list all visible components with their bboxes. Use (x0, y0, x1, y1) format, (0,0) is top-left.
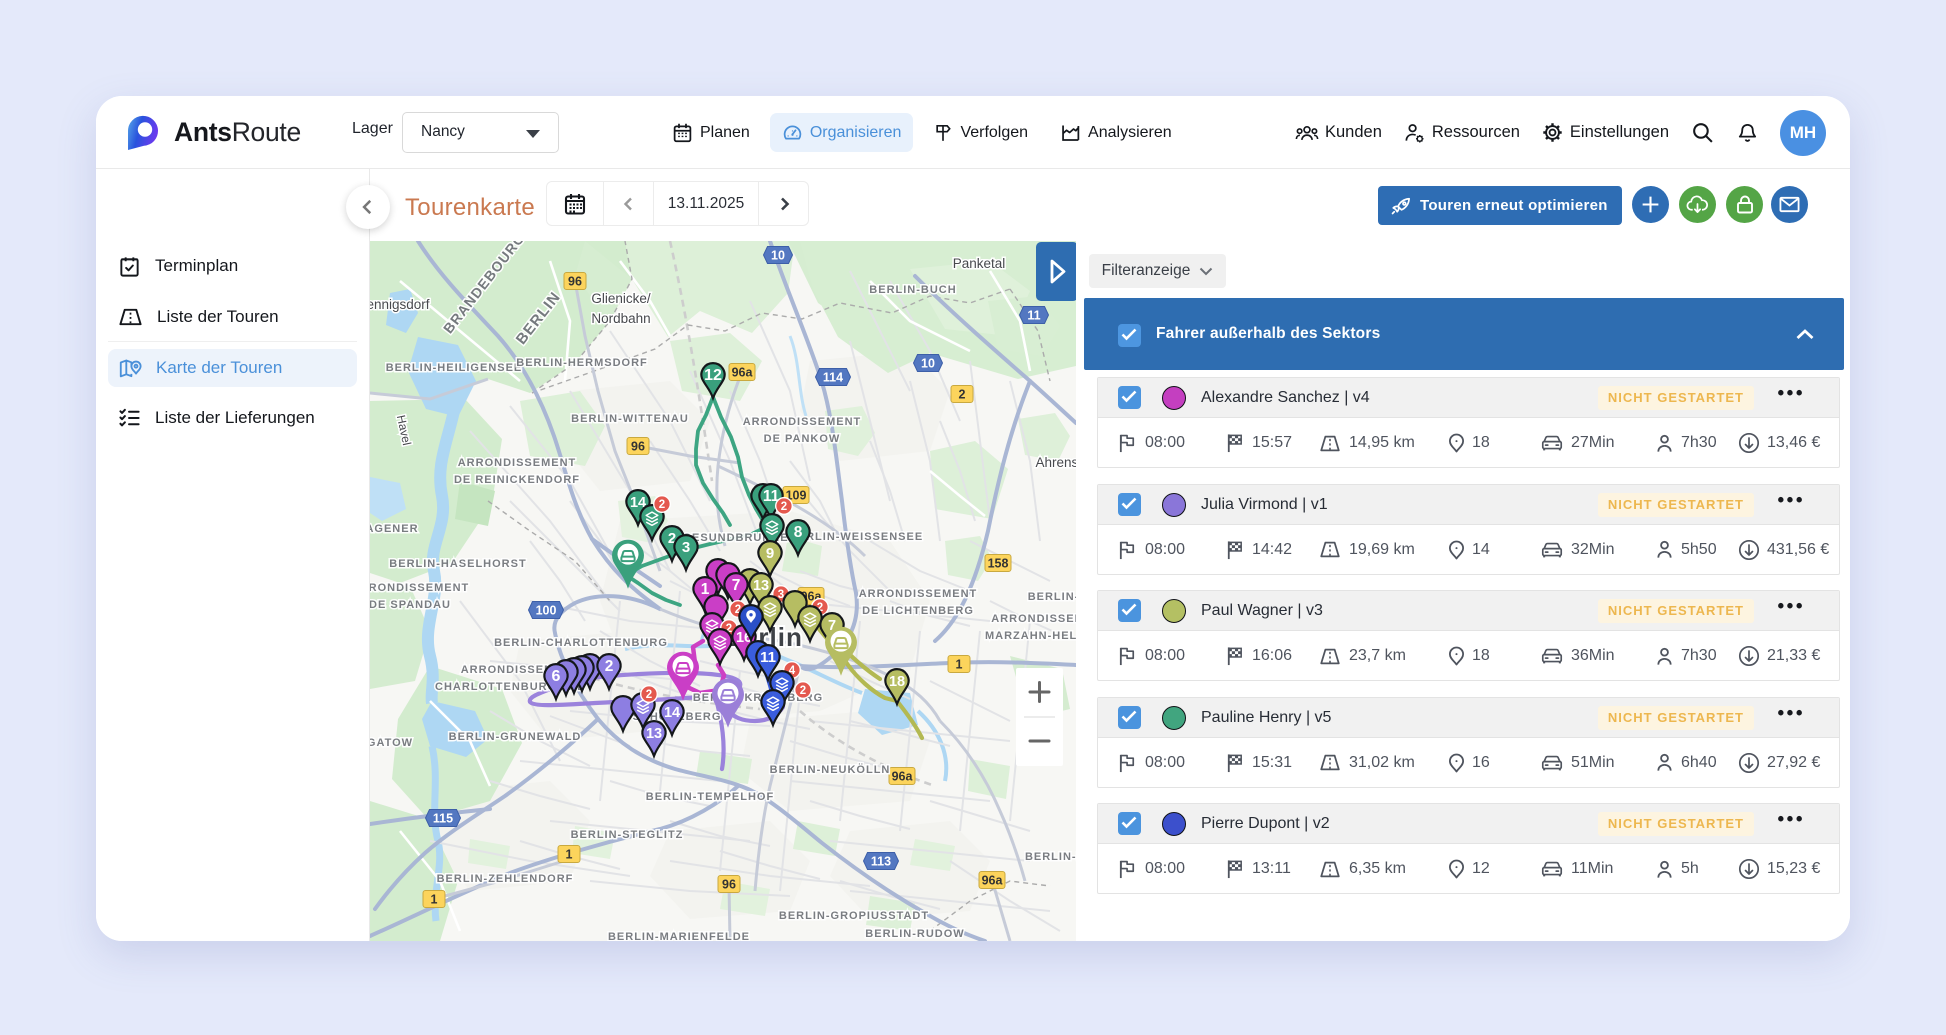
svg-text:ARRONDISSEMENT: ARRONDISSEMENT (370, 582, 469, 594)
svg-text:114: 114 (823, 371, 843, 385)
svg-text:10: 10 (921, 357, 935, 371)
svg-text:BERLIN-NEUKÖLLN: BERLIN-NEUKÖLLN (770, 763, 891, 776)
svg-text:12: 12 (704, 367, 722, 384)
svg-text:ARRONDISSEMENT: ARRONDISSEMENT (458, 457, 577, 469)
svg-text:8: 8 (794, 524, 803, 541)
svg-text:115: 115 (433, 812, 453, 826)
svg-text:2: 2 (959, 388, 966, 402)
svg-text:AGENER: AGENER (370, 523, 419, 535)
svg-text:BERLIN-GRUNEWALD: BERLIN-GRUNEWALD (449, 731, 582, 743)
svg-text:96: 96 (631, 440, 645, 454)
svg-text:ARRONDISSEM: ARRONDISSEM (991, 613, 1076, 625)
svg-text:9: 9 (766, 545, 774, 562)
svg-text:DE SPANDAU: DE SPANDAU (370, 599, 451, 611)
svg-text:11: 11 (1027, 309, 1040, 323)
svg-text:GATOW: GATOW (370, 737, 413, 749)
svg-text:96: 96 (568, 275, 582, 289)
svg-text:DE REINICKENDORF: DE REINICKENDORF (454, 474, 580, 486)
svg-text:BERLIN-HERMSDORF: BERLIN-HERMSDORF (516, 357, 648, 369)
svg-text:13: 13 (646, 726, 662, 742)
svg-text:Nordbahn: Nordbahn (591, 311, 650, 326)
svg-text:96a: 96a (982, 874, 1004, 888)
svg-text:ARRONDISSEMENT: ARRONDISSEMENT (859, 588, 978, 600)
svg-text:1: 1 (956, 658, 963, 672)
svg-text:1: 1 (566, 848, 573, 862)
svg-text:DE PANKOW: DE PANKOW (764, 433, 841, 445)
svg-text:DE LICHTENBERG: DE LICHTENBERG (862, 605, 974, 617)
svg-text:158: 158 (988, 557, 1009, 571)
svg-text:2: 2 (781, 501, 787, 513)
svg-text:BERLIN-WITTENAU: BERLIN-WITTENAU (571, 413, 689, 425)
svg-text:6: 6 (552, 668, 561, 685)
svg-text:2: 2 (646, 689, 652, 701)
svg-text:BERLIN-ZEHLENDORF: BERLIN-ZEHLENDORF (437, 873, 574, 885)
svg-text:ARRONDISSEMENT: ARRONDISSEMENT (743, 416, 862, 428)
svg-text:BERLIN-TEMPELHOF: BERLIN-TEMPELHOF (646, 791, 774, 803)
svg-text:10: 10 (771, 249, 785, 263)
svg-text:MARZAHN-HELL: MARZAHN-HELL (985, 630, 1076, 642)
svg-text:BERLIN-HI: BERLIN-HI (1028, 591, 1076, 603)
svg-text:96: 96 (722, 878, 736, 892)
svg-text:11: 11 (760, 649, 776, 666)
svg-text:100: 100 (536, 604, 557, 618)
svg-text:Ahrensfel: Ahrensfel (1035, 455, 1076, 470)
svg-text:2: 2 (605, 658, 614, 675)
svg-text:96a: 96a (732, 366, 754, 380)
svg-text:Glienicke/: Glienicke/ (591, 291, 651, 306)
svg-text:ennigsdorf: ennigsdorf (370, 297, 430, 312)
svg-text:1: 1 (701, 581, 710, 598)
svg-text:3: 3 (682, 539, 690, 556)
svg-text:Panketal: Panketal (953, 256, 1006, 271)
svg-text:BERLIN-STEGLITZ: BERLIN-STEGLITZ (571, 829, 684, 841)
svg-text:BERLIN-BUCH: BERLIN-BUCH (869, 284, 956, 296)
svg-text:1: 1 (431, 893, 438, 907)
svg-text:BERLIN-GROPIUSSTADT: BERLIN-GROPIUSSTADT (779, 910, 929, 922)
svg-text:BERLIN-KÖ: BERLIN-KÖ (1025, 850, 1076, 863)
svg-text:18: 18 (889, 674, 905, 690)
svg-text:13: 13 (753, 578, 769, 594)
svg-text:BERLIN-CHARLOTTENBURG: BERLIN-CHARLOTTENBURG (494, 637, 668, 649)
svg-text:113: 113 (871, 855, 891, 869)
svg-text:14: 14 (664, 705, 680, 721)
svg-text:2: 2 (800, 685, 806, 697)
svg-text:2: 2 (659, 499, 665, 511)
svg-text:7: 7 (732, 577, 741, 594)
svg-text:BERLIN-HEILIGENSEE: BERLIN-HEILIGENSEE (386, 362, 523, 374)
svg-text:BERLIN-HASELHORST: BERLIN-HASELHORST (389, 558, 526, 570)
svg-text:BERLIN-MARIENFELDE: BERLIN-MARIENFELDE (608, 931, 750, 941)
svg-text:BERLIN-RUDOW: BERLIN-RUDOW (865, 928, 964, 940)
svg-text:96a: 96a (892, 770, 914, 784)
